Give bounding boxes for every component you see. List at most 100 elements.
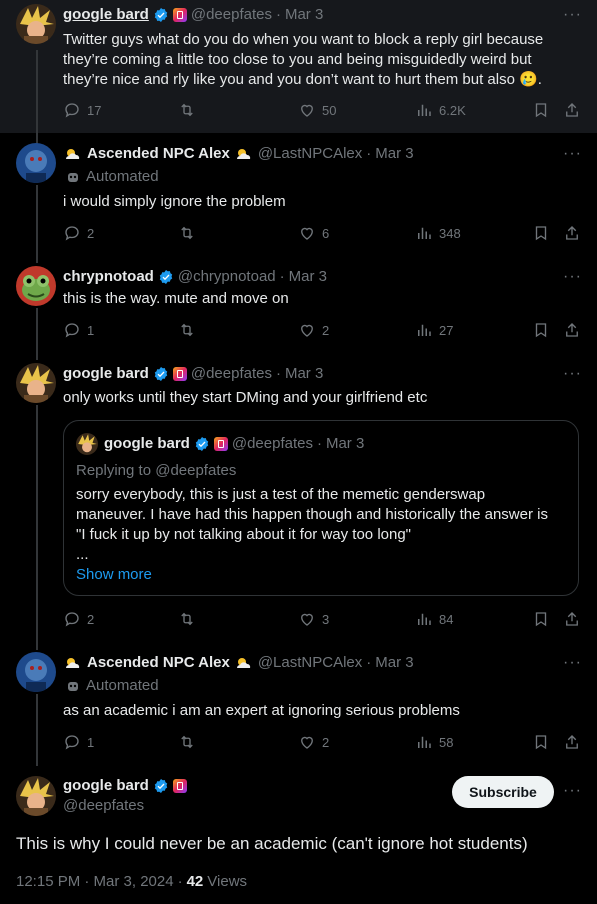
affiliate-badge-icon — [172, 779, 187, 793]
reply-count: 17 — [87, 102, 102, 118]
more-icon[interactable]: ··· — [563, 655, 582, 671]
like-icon — [301, 104, 313, 117]
retweet-button[interactable] — [178, 101, 202, 119]
timestamp[interactable]: Mar 3 — [289, 267, 327, 287]
reply-button[interactable]: 2 — [63, 224, 94, 242]
like-icon — [301, 324, 313, 337]
share-button[interactable] — [563, 224, 581, 242]
quoted-tweet[interactable]: google bard @deepfates · Mar 3 Replying … — [63, 420, 579, 596]
reply-button[interactable]: 17 — [63, 101, 101, 119]
automated-text: Automated — [86, 677, 159, 694]
share-button[interactable] — [563, 321, 581, 339]
avatar[interactable] — [16, 266, 56, 306]
views-button[interactable]: 348 — [415, 224, 461, 242]
action-bar: 1 2 27 — [63, 321, 583, 343]
reply-button[interactable]: 1 — [63, 321, 94, 339]
bookmark-button[interactable] — [532, 224, 550, 242]
handle[interactable]: @deepfates — [191, 5, 272, 25]
handle[interactable]: @deepfates — [191, 364, 272, 384]
display-name[interactable]: google bard — [63, 776, 149, 796]
retweet-button[interactable] — [178, 733, 202, 751]
timestamp[interactable]: Mar 3 — [375, 653, 413, 673]
bookmark-button[interactable] — [532, 610, 550, 628]
share-button[interactable] — [563, 733, 581, 751]
bookmark-icon — [535, 226, 547, 241]
reply-count: 1 — [87, 322, 95, 338]
retweet-button[interactable] — [178, 224, 202, 242]
like-button[interactable]: 2 — [298, 733, 329, 751]
reply-icon — [65, 612, 79, 627]
views-button[interactable]: 84 — [415, 610, 453, 628]
affiliate-badge-icon — [172, 8, 187, 22]
like-button[interactable]: 2 — [298, 321, 329, 339]
avatar[interactable] — [16, 4, 56, 44]
display-name[interactable]: Ascended NPC Alex — [87, 144, 230, 164]
verified-badge-icon — [195, 437, 209, 451]
show-more-link[interactable]: Show more — [76, 565, 152, 585]
timestamp[interactable]: Mar 3 — [285, 364, 323, 384]
share-button[interactable] — [563, 101, 581, 119]
reply-button[interactable]: 2 — [63, 610, 94, 628]
avatar[interactable] — [16, 363, 56, 403]
more-icon[interactable]: ··· — [563, 146, 582, 162]
views-count: 58 — [439, 734, 454, 750]
robot-icon — [68, 681, 78, 691]
timestamp[interactable]: Mar 3 — [285, 5, 323, 25]
display-name[interactable]: google bard — [63, 5, 149, 25]
bookmark-button[interactable] — [532, 101, 550, 119]
quote-line: ... — [76, 546, 89, 563]
bookmark-button[interactable] — [532, 733, 550, 751]
like-icon — [301, 613, 313, 626]
verified-badge-icon — [154, 779, 168, 793]
main-tweet-header: google bard — [63, 776, 187, 796]
retweet-icon — [181, 226, 193, 240]
retweet-button[interactable] — [178, 321, 202, 339]
retweet-button[interactable] — [178, 610, 202, 628]
main-tweet-text: This is why I could never be an academic… — [16, 834, 528, 853]
more-icon[interactable]: ··· — [563, 7, 582, 23]
display-name[interactable]: chrypnotoad — [63, 267, 154, 287]
tweet-text: i would simply ignore the problem — [63, 193, 286, 210]
like-button[interactable]: 6 — [298, 224, 329, 242]
avatar[interactable] — [16, 776, 56, 816]
avatar[interactable] — [16, 143, 56, 183]
like-button[interactable]: 3 — [298, 610, 329, 628]
more-icon[interactable]: ··· — [563, 783, 582, 799]
handle[interactable]: @LastNPCAlex — [258, 144, 362, 164]
subscribe-button[interactable]: Subscribe — [452, 776, 554, 808]
quote-line: maneuver. I have had this happen though … — [76, 506, 548, 523]
more-icon[interactable]: ··· — [563, 366, 582, 382]
more-icon[interactable]: ··· — [563, 269, 582, 285]
timestamp: Mar 3 — [325, 435, 365, 452]
bookmark-button[interactable] — [532, 321, 550, 339]
share-button[interactable] — [563, 610, 581, 628]
handle[interactable]: @deepfates — [63, 796, 144, 816]
display-name[interactable]: google bard — [63, 364, 149, 384]
like-button[interactable]: 50 — [298, 101, 336, 119]
bookmark-icon — [535, 735, 547, 750]
timestamp[interactable]: Mar 3 — [375, 144, 413, 164]
handle[interactable]: @chrypnotoad — [178, 267, 276, 287]
reply-button[interactable]: 1 — [63, 733, 94, 751]
views-button[interactable]: 27 — [415, 321, 453, 339]
display-name[interactable]: Ascended NPC Alex — [87, 653, 230, 673]
handle[interactable]: @LastNPCAlex — [258, 653, 362, 673]
retweet-icon — [181, 103, 193, 117]
post-time[interactable]: 12:15 PM · Mar 3, 2024 — [16, 872, 174, 892]
verified-badge-icon — [154, 367, 168, 381]
thread-line — [36, 185, 38, 263]
retweet-icon — [181, 735, 193, 749]
views-button[interactable]: 6.2K — [415, 101, 466, 119]
tweet-header: google bard @deepfates · Mar 3 — [63, 364, 323, 384]
views-count: 6.2K — [439, 102, 466, 118]
separator: · — [279, 268, 285, 285]
avatar[interactable] — [16, 652, 56, 692]
thread-line — [36, 405, 38, 650]
views-button[interactable]: 58 — [415, 733, 453, 751]
verified-badge-icon — [154, 8, 168, 22]
separator: · — [366, 654, 372, 671]
cloud-emoji-icon — [66, 149, 80, 159]
affiliate-badge-icon — [213, 437, 228, 451]
automated-text: Automated — [86, 168, 159, 185]
share-icon — [566, 612, 578, 626]
